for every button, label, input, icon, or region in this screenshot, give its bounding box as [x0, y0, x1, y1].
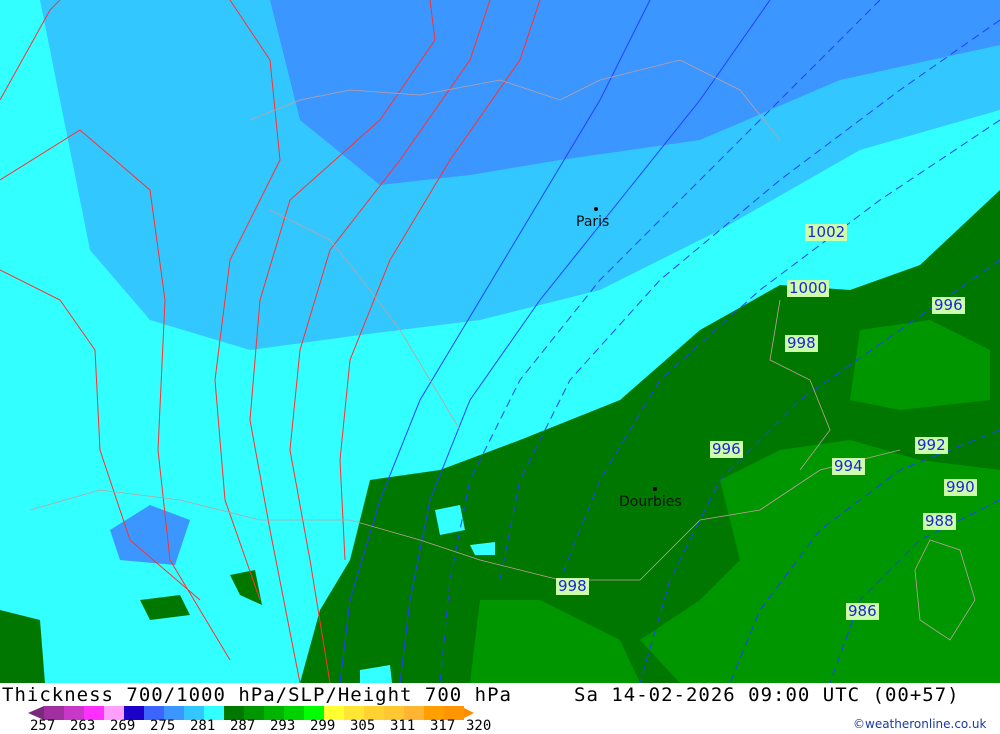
colorbar-tick-label: 299 — [310, 718, 336, 734]
isobar-label: 996 — [932, 296, 965, 314]
colorbar-tick-label: 305 — [350, 718, 376, 734]
isobar-label: 1000 — [787, 279, 830, 297]
isobar-label: 998 — [556, 577, 589, 595]
city-label-dourbies: Dourbies — [619, 494, 682, 510]
city-label-paris: Paris — [576, 214, 610, 230]
isobar-label: 1002 — [805, 223, 848, 241]
colorbar-tick-label: 269 — [110, 718, 136, 734]
colorbar-tick-label: 320 — [466, 718, 492, 734]
colorbar-tick-label: 281 — [190, 718, 216, 734]
isobar-label: 992 — [915, 436, 948, 454]
city-marker — [594, 207, 598, 211]
isobar-label: 986 — [846, 602, 879, 620]
city-marker — [653, 487, 657, 491]
credit-link[interactable]: ©weatheronline.co.uk — [853, 717, 986, 731]
isobar-label: 998 — [785, 334, 818, 352]
isobar-label: 996 — [710, 440, 743, 458]
colorbar-tick-label: 317 — [430, 718, 456, 734]
colorbar-tick-label: 257 — [30, 718, 56, 734]
colorbar-tick-label: 275 — [150, 718, 176, 734]
weather-map — [0, 0, 1000, 683]
colorbar-tick-label: 311 — [390, 718, 416, 734]
colorbar-tick-label: 293 — [270, 718, 296, 734]
isobar-label: 990 — [944, 478, 977, 496]
colorbar-tick-label: 287 — [230, 718, 256, 734]
map-title: Thickness 700/1000 hPa/SLP/Height 700 hP… — [2, 684, 512, 706]
colorbar-ticks: 257 263 269 275 281 287 293 299 305 311 317 320 — [30, 718, 510, 734]
isobar-label: 994 — [832, 457, 865, 475]
colorbar-tick-label: 263 — [70, 718, 96, 734]
isobar-label: 988 — [923, 512, 956, 530]
valid-time: Sa 14-02-2026 09:00 UTC (00+57) — [574, 684, 960, 706]
